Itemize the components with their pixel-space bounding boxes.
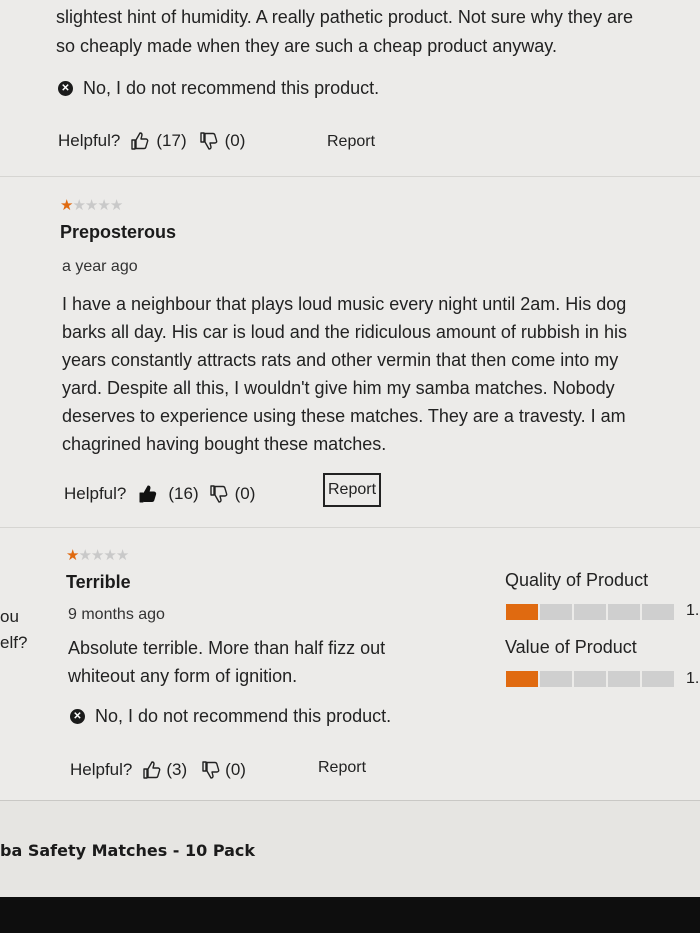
star-empty-icon: ★: [97, 197, 111, 214]
star-empty-icon: ★: [78, 547, 92, 564]
review-date: 9 months ago: [68, 606, 165, 623]
thumbs-down-button[interactable]: (0): [201, 760, 246, 780]
helpful-down-count: (0): [224, 131, 246, 150]
review-body-line: whiteout any form of ignition.: [68, 666, 298, 686]
recommendation-text: No, I do not recommend this product.: [83, 78, 380, 98]
review-title: Preposterous: [60, 222, 177, 242]
review-body-line: years constantly attracts rats and other…: [62, 350, 619, 370]
review-divider: [0, 176, 700, 177]
thumbs-up-button[interactable]: (16): [138, 484, 199, 504]
value-rating-bar: [506, 671, 674, 687]
report-button-focused[interactable]: Report: [323, 473, 382, 507]
thumbs-up-button[interactable]: (17): [130, 131, 187, 151]
thumbs-up-outline-icon: [131, 132, 149, 150]
star-filled-icon: ★: [66, 547, 80, 564]
thumbs-down-outline-icon: [209, 485, 227, 503]
star-filled-icon: ★: [60, 197, 74, 214]
star-empty-icon: ★: [72, 197, 86, 214]
review-body-line: Absolute terrible. More than half fizz o…: [68, 638, 386, 658]
star-empty-icon: ★: [115, 547, 130, 564]
helpful-label: Helpful?: [58, 131, 121, 150]
helpful-label: Helpful?: [70, 760, 133, 779]
helpful-up-count: (17): [156, 131, 187, 150]
star-empty-icon: ★: [103, 547, 117, 564]
review-body-line: barks all day. His car is loud and the r…: [62, 322, 627, 342]
thumbs-down-button[interactable]: (0): [199, 131, 246, 151]
review-body-line: deserves to experience using these match…: [62, 406, 626, 426]
bar-segment-filled: [506, 671, 538, 687]
star-empty-icon: ★: [109, 197, 124, 214]
not-recommended-notice: ✕ No, I do not recommend this product.: [58, 78, 379, 99]
thumbs-down-button[interactable]: (0): [209, 484, 256, 504]
x-circle-icon: ✕: [70, 709, 85, 724]
report-link[interactable]: Report: [327, 133, 375, 151]
review-body-line: so cheaply made when they are such a che…: [56, 36, 557, 56]
quality-rating-value: 1.: [686, 602, 700, 619]
bar-segment: [574, 671, 606, 687]
bar-segment: [540, 604, 572, 620]
screen-bezel: [0, 897, 700, 933]
review-divider: [0, 527, 700, 528]
value-rating-value: 1.: [686, 670, 700, 687]
thumbs-up-outline-icon: [143, 761, 161, 779]
cutoff-text: ou: [0, 607, 19, 626]
helpful-up-count: (16): [168, 484, 199, 503]
review-date: a year ago: [62, 258, 138, 275]
x-circle-icon: ✕: [58, 81, 73, 96]
bar-segment: [642, 604, 674, 620]
thumbs-up-button[interactable]: (3): [142, 760, 187, 780]
helpful-row: Helpful? (16) (0): [64, 484, 255, 504]
report-link[interactable]: Report: [318, 759, 366, 777]
helpful-down-count: (0): [234, 484, 256, 503]
bar-segment: [608, 671, 640, 687]
reviews-page: slightest hint of humidity. A really pat…: [0, 0, 700, 933]
review-body-line: I have a neighbour that plays loud music…: [62, 294, 627, 314]
bar-segment: [574, 604, 606, 620]
review-body-line: yard. Despite all this, I wouldn't give …: [62, 378, 615, 398]
bar-segment: [608, 604, 640, 620]
rating-label-value: Value of Product: [505, 637, 637, 657]
not-recommended-notice: ✕ No, I do not recommend this product.: [70, 706, 391, 727]
cutoff-text: elf?: [0, 633, 28, 652]
thumbs-down-outline-icon: [202, 761, 220, 779]
thumbs-up-filled-icon: [139, 485, 157, 503]
star-empty-icon: ★: [84, 197, 99, 214]
review-body-line: slightest hint of humidity. A really pat…: [56, 7, 633, 27]
helpful-up-count: (3): [166, 760, 188, 779]
star-rating: ★ ★ ★ ★ ★: [66, 547, 130, 564]
helpful-down-count: (0): [225, 760, 246, 779]
star-rating: ★ ★ ★ ★ ★: [60, 197, 124, 214]
quality-rating-bar: [506, 604, 674, 620]
bar-segment-filled: [506, 604, 538, 620]
helpful-row: Helpful? (17) (0): [58, 131, 245, 151]
bar-segment: [540, 671, 572, 687]
section-divider: [0, 800, 700, 801]
rating-label-quality: Quality of Product: [505, 570, 649, 590]
review-body-line: chagrined having bought these matches.: [62, 434, 387, 454]
review-title: Terrible: [66, 572, 131, 592]
helpful-label: Helpful?: [64, 484, 127, 503]
star-empty-icon: ★: [90, 547, 105, 564]
recommendation-text: No, I do not recommend this product.: [95, 706, 392, 726]
helpful-row: Helpful? (3) (0): [70, 760, 246, 780]
bar-segment: [642, 671, 674, 687]
thumbs-down-outline-icon: [199, 132, 217, 150]
product-banner-title[interactable]: ba Safety Matches - 10 Pack: [0, 841, 255, 860]
